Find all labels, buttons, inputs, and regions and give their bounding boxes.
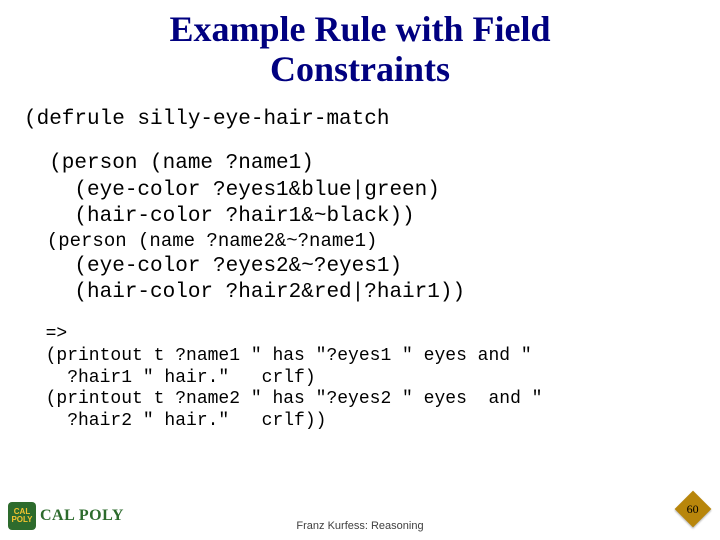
code-printout2a: (printout t ?name2 " has "?eyes2 " eyes … [24, 389, 700, 411]
code-person1-hair: (hair-color ?hair1&~black)) [24, 204, 700, 230]
slide-title: Example Rule with Field Constraints [20, 10, 700, 89]
code-arrow: => [24, 324, 700, 346]
footer-author: Franz Kurfess: Reasoning [296, 520, 423, 532]
code-person2-hair: (hair-color ?hair2&red|?hair1)) [24, 280, 700, 306]
page-number: 60 [687, 502, 699, 517]
code-defrule: (defrule silly-eye-hair-match [24, 107, 700, 133]
code-printout1a: (printout t ?name1 " has "?eyes1 " eyes … [24, 346, 700, 368]
code-person1-eye: (eye-color ?eyes1&blue|green) [24, 178, 700, 204]
code-person2-eye: (eye-color ?eyes2&~?eyes1) [24, 254, 700, 280]
title-line-1: Example Rule with Field [169, 9, 550, 49]
calpoly-badge-icon: CALPOLY [8, 502, 36, 530]
page-number-badge: 60 [675, 491, 712, 528]
code-person2-name: (person (name ?name2&~?name1) [24, 230, 700, 254]
code-printout1b: ?hair1 " hair." crlf) [24, 368, 700, 390]
title-line-2: Constraints [270, 49, 450, 89]
code-person1-name: (person (name ?name1) [24, 151, 700, 177]
calpoly-logo: CALPOLY CAL POLY [8, 502, 124, 530]
calpoly-logo-text: CAL POLY [40, 507, 124, 525]
code-printout2b: ?hair2 " hair." crlf)) [24, 411, 700, 433]
